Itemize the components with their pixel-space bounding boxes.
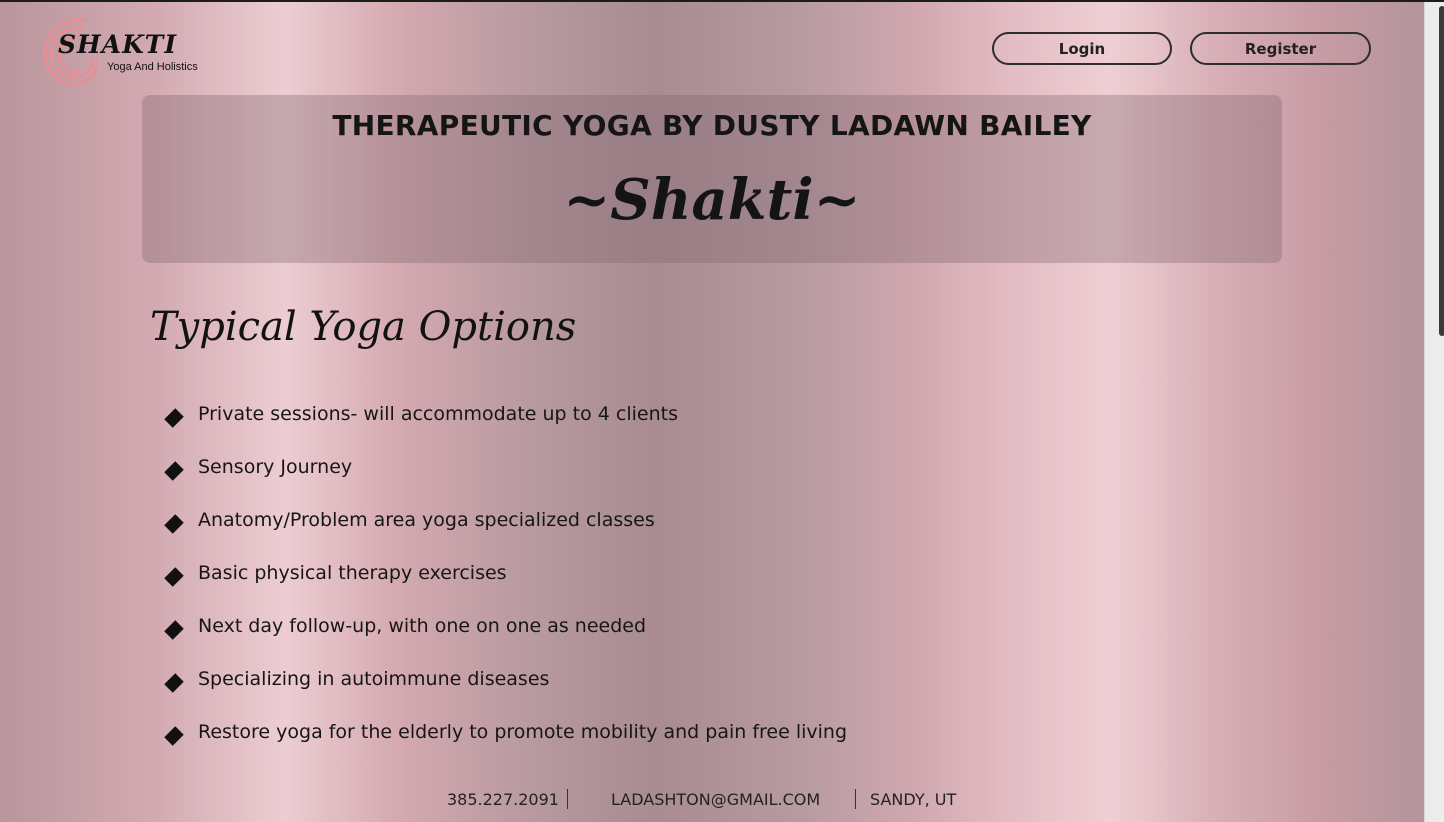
option-text: Anatomy/Problem area yoga specialized cl… [198, 508, 655, 531]
hero-script-title: ~Shakti~ [563, 167, 861, 233]
option-text: Next day follow-up, with one on one as n… [198, 614, 647, 637]
page-background: SHAKTI Yoga And Holistics Login Register… [0, 2, 1424, 822]
options-heading: Typical Yoga Options [150, 304, 577, 350]
option-text: Sensory Journey [198, 455, 353, 478]
footer-contact: 385.227.2091 LADASHTON@GMAIL.COM SANDY, … [0, 786, 1424, 812]
footer-phone[interactable]: 385.227.2091 [447, 790, 559, 809]
list-item: Sensory Journey [160, 441, 847, 494]
diamond-bullet-icon [164, 460, 184, 481]
list-item: Private sessions- will accommodate up to… [160, 388, 847, 441]
footer-location: SANDY, UT [870, 790, 957, 809]
options-list: Private sessions- will accommodate up to… [160, 388, 847, 759]
brand-name: SHAKTI [58, 30, 178, 59]
footer-divider [855, 789, 856, 809]
list-item: Next day follow-up, with one on one as n… [160, 600, 847, 653]
hero-title: THERAPEUTIC YOGA BY DUSTY LADAWN BAILEY [332, 109, 1092, 142]
option-text: Basic physical therapy exercises [198, 561, 507, 584]
vertical-scrollbar[interactable] [1424, 2, 1444, 822]
list-item: Restore yoga for the elderly to promote … [160, 706, 847, 759]
scrollbar-thumb[interactable] [1439, 6, 1444, 336]
footer-divider [567, 789, 568, 809]
diamond-bullet-icon [164, 566, 184, 587]
login-button[interactable]: Login [992, 32, 1172, 65]
diamond-bullet-icon [164, 619, 184, 640]
register-button[interactable]: Register [1190, 32, 1371, 65]
footer-email[interactable]: LADASHTON@GMAIL.COM [611, 790, 820, 809]
option-text: Restore yoga for the elderly to promote … [198, 720, 848, 743]
diamond-bullet-icon [164, 672, 184, 693]
brand-logo[interactable]: SHAKTI Yoga And Holistics [40, 10, 210, 90]
diamond-bullet-icon [164, 725, 184, 746]
brand-tagline: Yoga And Holistics [107, 61, 198, 73]
hero-banner: THERAPEUTIC YOGA BY DUSTY LADAWN BAILEY … [142, 95, 1282, 263]
diamond-bullet-icon [164, 513, 184, 534]
list-item: Anatomy/Problem area yoga specialized cl… [160, 494, 847, 547]
list-item: Specializing in autoimmune diseases [160, 653, 847, 706]
option-text: Private sessions- will accommodate up to… [198, 402, 678, 425]
diamond-bullet-icon [164, 407, 184, 428]
list-item: Basic physical therapy exercises [160, 547, 847, 600]
option-text: Specializing in autoimmune diseases [198, 667, 550, 690]
